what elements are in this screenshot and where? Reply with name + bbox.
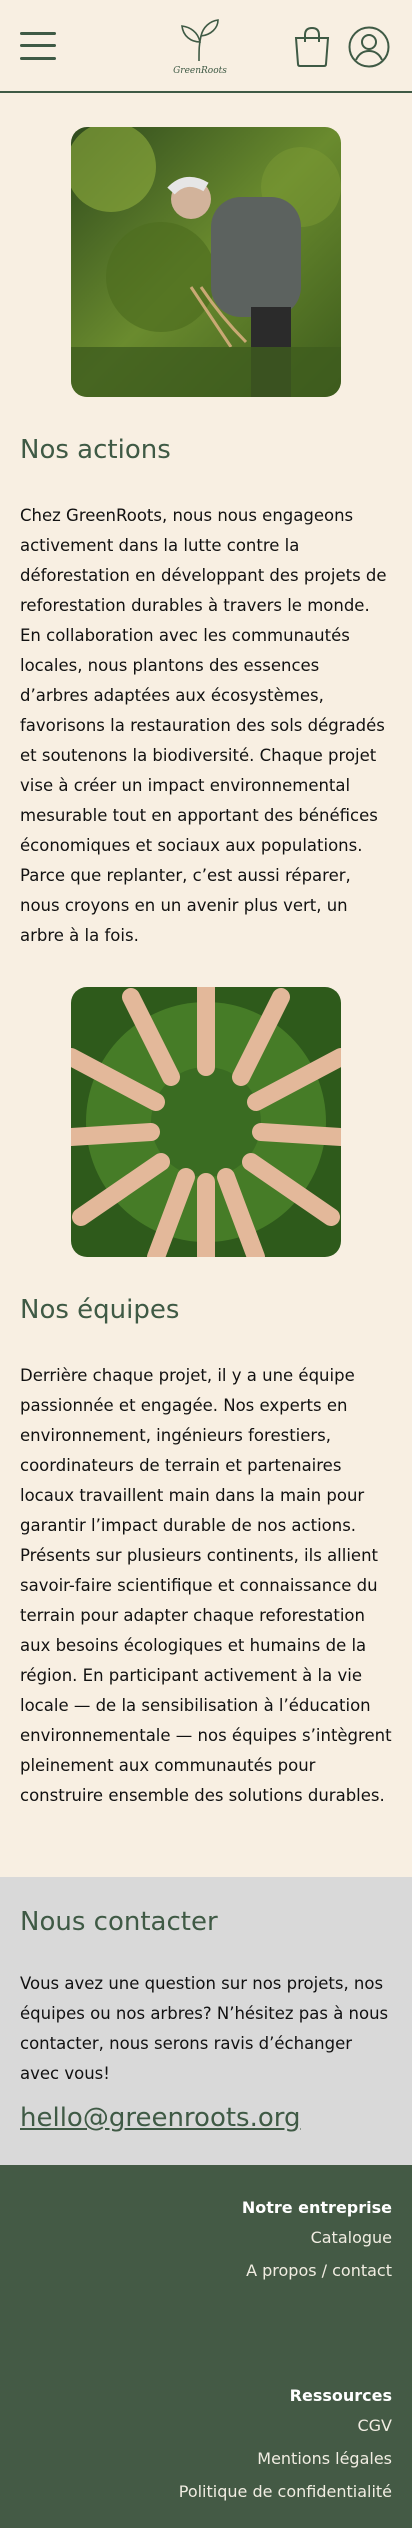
footer-link-about-contact[interactable]: A propos / contact bbox=[20, 2254, 392, 2287]
contact-title: Nous contacter bbox=[20, 1907, 218, 1937]
footer-company-group: Notre entreprise Catalogue A propos / co… bbox=[20, 2195, 392, 2287]
footer-company-title: Notre entreprise bbox=[241, 2198, 392, 2217]
footer-link-legal[interactable]: Mentions légales bbox=[20, 2442, 392, 2475]
footer-link-catalogue[interactable]: Catalogue bbox=[20, 2221, 392, 2254]
gardener-photo bbox=[71, 127, 341, 397]
footer-resources-title: Ressources bbox=[289, 2386, 392, 2405]
actions-title: Nos actions bbox=[20, 435, 171, 465]
site-header: GreenRoots bbox=[0, 0, 412, 93]
site-logo[interactable]: GreenRoots bbox=[150, 18, 250, 78]
site-footer: Notre entreprise Catalogue A propos / co… bbox=[0, 2165, 412, 2528]
logo-text: GreenRoots bbox=[173, 66, 227, 76]
contact-email-link[interactable]: hello@greenroots.org bbox=[20, 2101, 301, 2135]
shopping-bag-icon[interactable] bbox=[293, 26, 331, 68]
contact-text: Vous avez une question sur nos projets, … bbox=[20, 1974, 389, 2083]
footer-resources-group: Ressources CGV Mentions légales Politiqu… bbox=[20, 2383, 392, 2508]
main-content: Nos actions Chez GreenRoots, nous nous e… bbox=[0, 127, 412, 2165]
contact-section: Nous contacter Vous avez une question su… bbox=[0, 1877, 412, 2165]
menu-icon[interactable] bbox=[20, 30, 56, 62]
hands-circle-photo bbox=[71, 987, 341, 1257]
teams-title: Nos équipes bbox=[20, 1295, 180, 1325]
sprout-logo-icon bbox=[181, 19, 219, 62]
teams-text: Derrière chaque projet, il y a une équip… bbox=[20, 1366, 392, 1805]
footer-link-cgv[interactable]: CGV bbox=[20, 2409, 392, 2442]
footer-link-privacy[interactable]: Politique de confidentialité bbox=[20, 2475, 392, 2508]
actions-text: Chez GreenRoots, nous nous engageons act… bbox=[20, 506, 387, 945]
user-account-icon[interactable] bbox=[348, 26, 390, 68]
